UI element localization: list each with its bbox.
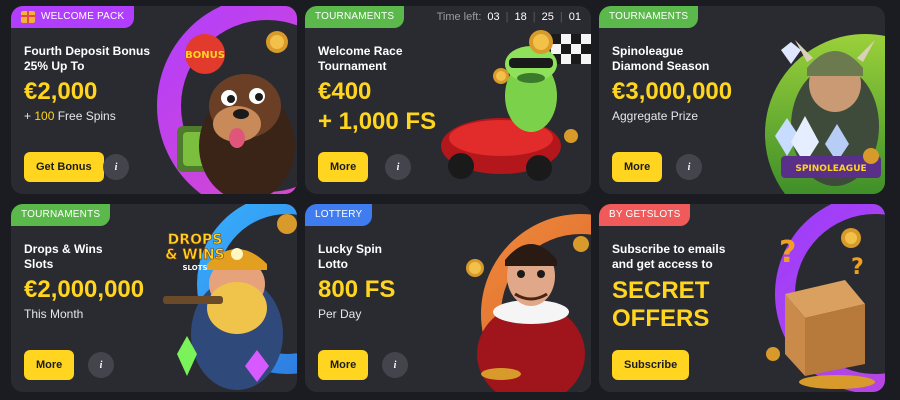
card-text: Drops & Wins Slots €2,000,000 This Month bbox=[24, 242, 224, 321]
promo-card-welcome-race[interactable]: TOURNAMENTS Time left: 03 | 18 | 25 | 01… bbox=[305, 6, 591, 194]
subscribe-button[interactable]: Subscribe bbox=[612, 350, 690, 380]
sub-highlight: 100 bbox=[34, 109, 55, 123]
badge-by-getslots: BY GETSLOTS bbox=[599, 204, 691, 226]
info-icon[interactable]: i bbox=[88, 352, 114, 378]
promo-card-spinoleague[interactable]: SPINOLEAGUE TOURNAMENTS Spinoleague Diam… bbox=[599, 6, 885, 194]
timer-separator: | bbox=[559, 11, 563, 23]
card-amount-line-2: + 1,000 FS bbox=[318, 108, 437, 135]
card-subtext: + 100 Free Spins bbox=[24, 109, 224, 123]
card-title: Subscribe to emails and get access to bbox=[612, 242, 726, 271]
card-title: Fourth Deposit Bonus 25% Up To bbox=[24, 44, 150, 73]
card-title: Welcome Race Tournament bbox=[318, 44, 403, 73]
countdown-timer: Time left: 03 | 18 | 25 | 01 bbox=[437, 11, 581, 23]
timer-separator: | bbox=[532, 11, 536, 23]
info-icon[interactable]: i bbox=[385, 154, 411, 180]
card-subtext: This Month bbox=[24, 307, 84, 321]
more-button[interactable]: More bbox=[612, 152, 663, 182]
timer-days: 03 bbox=[487, 11, 500, 23]
badge-label: BY GETSLOTS bbox=[609, 209, 681, 220]
timer-hours: 18 bbox=[514, 11, 527, 23]
badge-tournaments: TOURNAMENTS bbox=[11, 204, 111, 226]
card-text: Subscribe to emails and get access to SE… bbox=[612, 242, 812, 333]
badge-tournaments: TOURNAMENTS bbox=[599, 6, 699, 28]
badge-label: TOURNAMENTS bbox=[21, 209, 101, 220]
sub-suffix: Free Spins bbox=[54, 109, 116, 123]
spinoleague-logo: SPINOLEAGUE bbox=[795, 164, 866, 174]
promo-card-welcome-pack[interactable]: BONUS WELCOME PACK Fourth Deposit Bonus … bbox=[11, 6, 297, 194]
card-headline-line-1: SECRET bbox=[612, 277, 710, 304]
sub-prefix: + bbox=[24, 109, 35, 123]
info-icon[interactable]: i bbox=[103, 154, 129, 180]
badge-label: LOTTERY bbox=[315, 209, 363, 220]
card-amount: €3,000,000 bbox=[612, 78, 733, 105]
badge-lottery: LOTTERY bbox=[305, 204, 373, 226]
promo-card-lucky-spin-lotto[interactable]: LOTTERY Lucky Spin Lotto 800 FS Per Day … bbox=[305, 204, 591, 392]
card-amount: €2,000,000 bbox=[24, 276, 145, 303]
badge-label: TOURNAMENTS bbox=[609, 11, 689, 22]
badge-label: WELCOME PACK bbox=[41, 11, 125, 22]
card-text: Lucky Spin Lotto 800 FS Per Day bbox=[318, 242, 518, 321]
card-amount: 800 FS bbox=[318, 276, 396, 303]
badge-label: TOURNAMENTS bbox=[315, 11, 395, 22]
card-amount: €2,000 bbox=[24, 78, 98, 105]
card-subtext: Per Day bbox=[318, 307, 362, 321]
info-icon[interactable]: i bbox=[676, 154, 702, 180]
card-text: Fourth Deposit Bonus 25% Up To €2,000 + … bbox=[24, 44, 224, 123]
more-button[interactable]: More bbox=[24, 350, 75, 380]
question-mark-icon: ? bbox=[851, 255, 864, 280]
card-title: Lucky Spin Lotto bbox=[318, 242, 383, 271]
card-title: Drops & Wins Slots bbox=[24, 242, 103, 271]
more-button[interactable]: More bbox=[318, 350, 369, 380]
timer-minutes: 25 bbox=[541, 11, 554, 23]
timer-separator: | bbox=[505, 11, 509, 23]
promotions-grid: BONUS WELCOME PACK Fourth Deposit Bonus … bbox=[0, 0, 900, 400]
gift-icon bbox=[21, 11, 35, 23]
card-subtext: Aggregate Prize bbox=[612, 109, 699, 123]
promo-card-subscribe[interactable]: ? ? BY GETSLOTS Subscribe to emails and … bbox=[599, 204, 885, 392]
card-text: Spinoleague Diamond Season €3,000,000 Ag… bbox=[612, 44, 812, 123]
badge-tournaments: TOURNAMENTS bbox=[305, 6, 405, 28]
card-text: Welcome Race Tournament €400 + 1,000 FS bbox=[318, 44, 518, 137]
card-title: Spinoleague Diamond Season bbox=[612, 44, 710, 73]
promo-card-drops-wins[interactable]: DROPS & WINS SLOTS TOURNAMENTS Drops & W… bbox=[11, 204, 297, 392]
badge-welcome-pack: WELCOME PACK bbox=[11, 6, 135, 28]
timer-label: Time left: bbox=[436, 11, 482, 23]
get-bonus-button[interactable]: Get Bonus bbox=[24, 152, 104, 182]
timer-seconds: 01 bbox=[568, 11, 581, 23]
card-amount-line-1: €400 bbox=[318, 78, 372, 105]
more-button[interactable]: More bbox=[318, 152, 369, 182]
card-headline-line-2: OFFERS bbox=[612, 305, 710, 332]
info-icon[interactable]: i bbox=[382, 352, 408, 378]
